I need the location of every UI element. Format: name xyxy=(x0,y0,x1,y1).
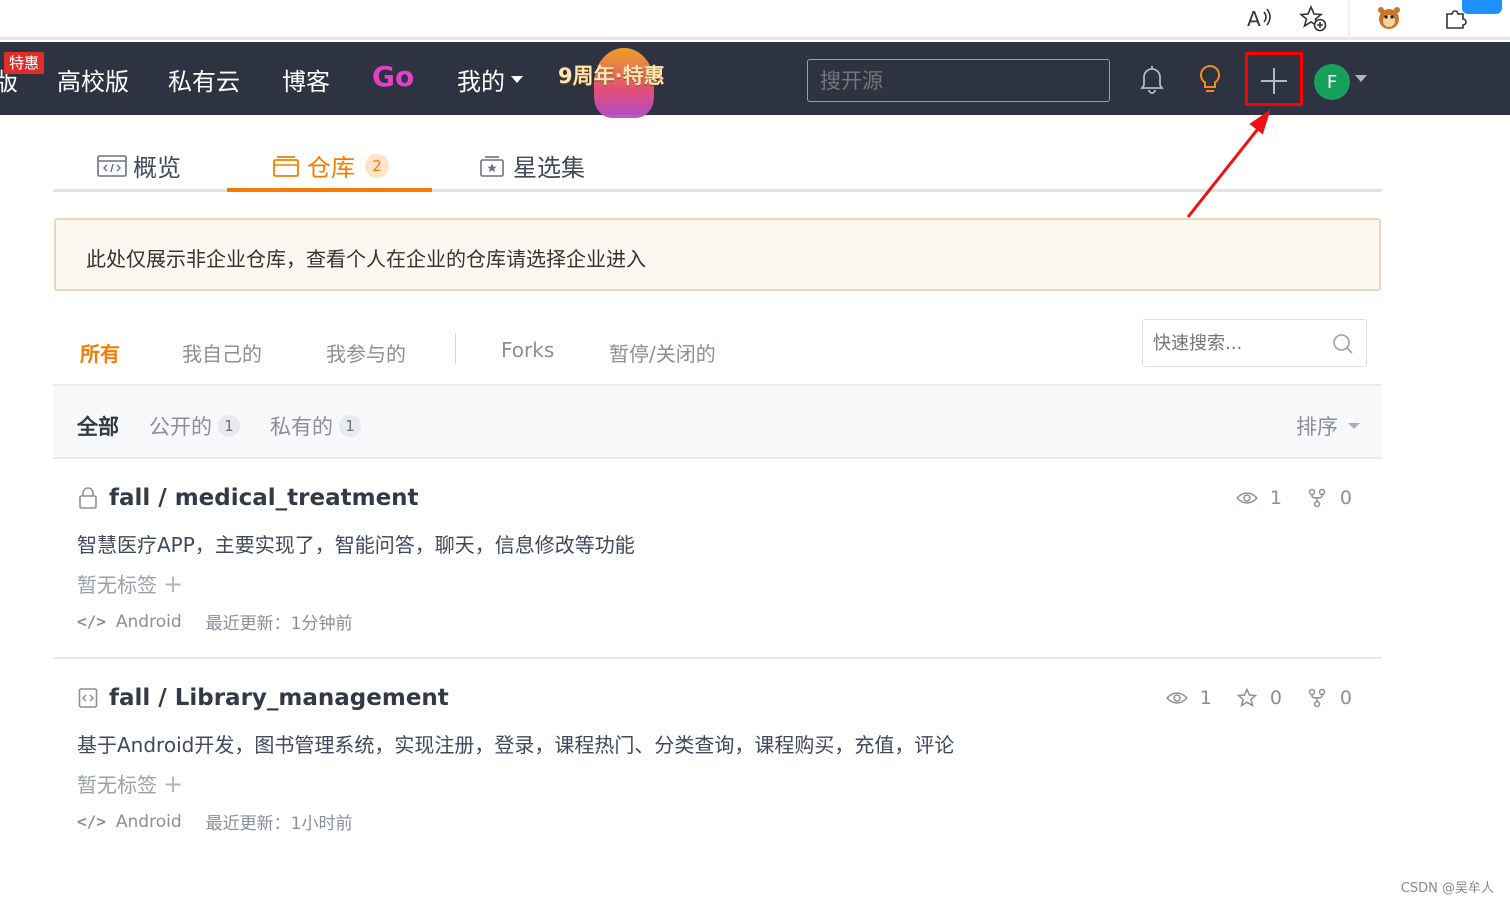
browser-toolbar: A xyxy=(0,0,1510,40)
toolbar-divider xyxy=(1348,0,1350,40)
tab-repositories-label: 仓库 xyxy=(307,154,355,182)
tab-repositories[interactable]: 仓库 2 xyxy=(271,148,389,183)
repo-meta: </> Android 最近更新：1小时前 xyxy=(77,809,353,835)
special-offer-badge: 特惠 xyxy=(4,52,45,74)
chevron-down-icon xyxy=(1348,423,1360,429)
filter-paused-closed[interactable]: 暂停/关闭的 xyxy=(609,338,716,367)
subfilter-public[interactable]: 公开的 1 xyxy=(149,411,240,441)
search-icon[interactable] xyxy=(1331,332,1355,356)
filter-participated[interactable]: 我参与的 xyxy=(326,338,406,367)
filter-all[interactable]: 所有 xyxy=(80,338,120,367)
favorites-add-icon[interactable] xyxy=(1298,3,1328,33)
repo-title: fall / Library_management xyxy=(109,685,449,711)
subfilter-private-label: 私有的 xyxy=(270,415,333,439)
eye-icon xyxy=(1235,487,1258,509)
code-icon: </> xyxy=(77,612,106,631)
repo-item: fall / Library_management 基于Android开发，图书… xyxy=(53,659,1382,859)
fork-stat[interactable]: 0 xyxy=(1306,487,1352,509)
go-logo[interactable]: Go xyxy=(372,60,414,93)
fork-icon xyxy=(1306,687,1328,709)
filter-divider xyxy=(455,333,456,365)
lightbulb-icon[interactable] xyxy=(1193,62,1227,96)
tab-overview[interactable]: 概览 xyxy=(97,148,181,183)
star-count: 0 xyxy=(1269,687,1282,709)
nav-link-mine[interactable]: 我的 xyxy=(457,62,523,97)
annotation-arrow-head xyxy=(1249,109,1271,135)
filter-forks[interactable]: Forks xyxy=(501,338,554,362)
subfilter-private[interactable]: 私有的 1 xyxy=(270,411,361,441)
repo-updated: 最近更新：1分钟前 xyxy=(205,614,353,634)
active-tab-underline xyxy=(227,188,432,192)
repo-stats: 1 0 xyxy=(1212,487,1352,509)
sort-dropdown[interactable]: 排序 xyxy=(1296,411,1360,441)
watermark: CSDN @吴牟人 xyxy=(1400,881,1494,896)
chevron-down-icon[interactable] xyxy=(1355,75,1367,82)
watch-stat[interactable]: 1 xyxy=(1235,487,1282,509)
tab-overview-label: 概览 xyxy=(133,154,181,182)
repo-updated: 最近更新：1小时前 xyxy=(205,814,353,834)
repo-tags-label: 暂无标签 xyxy=(77,573,157,597)
read-aloud-icon[interactable]: A xyxy=(1244,3,1274,33)
top-navbar: 版 特惠 高校版 私有云 博客 Go 我的 9周年·特惠 F xyxy=(0,42,1510,118)
plus-icon[interactable] xyxy=(1257,64,1291,98)
folder-icon xyxy=(271,154,301,178)
subfilter-all[interactable]: 全部 xyxy=(77,411,119,441)
star-stat[interactable]: 0 xyxy=(1236,687,1282,709)
eye-icon xyxy=(1165,687,1188,709)
enterprise-notice: 此处仅展示非企业仓库，查看个人在企业的仓库请选择企业进入 xyxy=(54,218,1381,291)
private-count-badge: 1 xyxy=(339,415,361,437)
repo-description: 基于Android开发，图书管理系统，实现注册，登录，课程热门、分类查询，课程购… xyxy=(77,733,955,757)
repo-title: fall / medical_treatment xyxy=(109,485,419,511)
repo-title-link[interactable]: fall / medical_treatment xyxy=(77,485,419,511)
public-count-badge: 1 xyxy=(218,415,240,437)
nav-link-blog[interactable]: 博客 xyxy=(282,62,330,97)
tab-collections-label: 星选集 xyxy=(513,154,585,182)
watch-count: 1 xyxy=(1199,687,1212,709)
filter-mine[interactable]: 我自己的 xyxy=(182,338,262,367)
chevron-down-icon xyxy=(511,76,523,83)
repo-count-badge: 2 xyxy=(365,153,389,178)
watch-count: 1 xyxy=(1269,487,1282,509)
fork-stat[interactable]: 0 xyxy=(1306,687,1352,709)
star-icon xyxy=(1236,687,1258,709)
repo-tags: 暂无标签 + xyxy=(77,569,183,598)
add-tag-icon[interactable]: + xyxy=(163,770,183,798)
lock-icon xyxy=(77,486,99,510)
repo-meta: </> Android 最近更新：1分钟前 xyxy=(77,609,353,635)
repo-title-link[interactable]: fall / Library_management xyxy=(77,685,449,711)
repo-item: fall / medical_treatment 智慧医疗APP，主要实现了，智… xyxy=(53,459,1382,659)
extension-avatar-icon[interactable] xyxy=(1374,3,1404,33)
repo-code-icon xyxy=(77,686,99,710)
anniversary-promo-banner[interactable]: 9周年·特惠 xyxy=(556,46,686,118)
star-box-icon xyxy=(477,154,507,178)
add-tag-icon[interactable]: + xyxy=(163,570,183,598)
fork-count: 0 xyxy=(1339,687,1352,709)
nav-link-edu[interactable]: 高校版 xyxy=(57,62,129,97)
watch-stat[interactable]: 1 xyxy=(1165,687,1212,709)
fork-icon xyxy=(1306,487,1328,509)
repo-tags-label: 暂无标签 xyxy=(77,773,157,797)
subfilter-public-label: 公开的 xyxy=(149,415,212,439)
tab-collections[interactable]: 星选集 xyxy=(477,148,585,183)
fork-count: 0 xyxy=(1339,487,1352,509)
code-window-icon xyxy=(97,154,127,178)
svg-text:A: A xyxy=(1247,7,1261,30)
promo-text: 9周年·特惠 xyxy=(558,64,665,88)
search-input[interactable] xyxy=(807,59,1110,102)
repo-description: 智慧医疗APP，主要实现了，智能问答，聊天，信息修改等功能 xyxy=(77,533,635,557)
repo-stats: 1 0 0 xyxy=(1142,687,1352,709)
profile-tabs: 概览 仓库 2 星选集 xyxy=(53,132,1382,192)
sort-label: 排序 xyxy=(1296,415,1338,439)
nav-link-private-cloud[interactable]: 私有云 xyxy=(168,62,240,97)
visibility-filter-bar: 全部 公开的 1 私有的 1 排序 xyxy=(53,384,1382,459)
extension-badge xyxy=(1462,0,1502,14)
bell-icon[interactable] xyxy=(1135,62,1169,96)
nav-mine-label: 我的 xyxy=(457,68,505,96)
repo-tags: 暂无标签 + xyxy=(77,769,183,798)
code-icon: </> xyxy=(77,812,106,831)
repo-language[interactable]: Android xyxy=(116,612,182,632)
avatar[interactable]: F xyxy=(1314,64,1350,100)
repo-language[interactable]: Android xyxy=(116,812,182,832)
